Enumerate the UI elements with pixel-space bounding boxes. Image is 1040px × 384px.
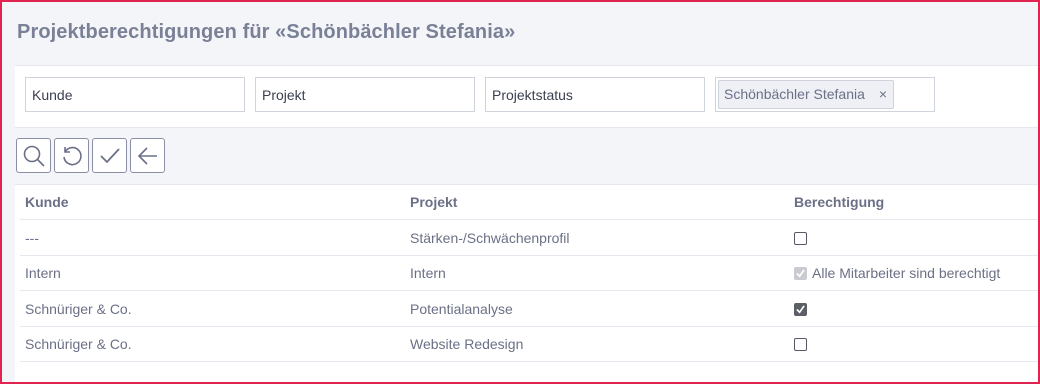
cell-kunde: Schnüriger & Co. xyxy=(25,301,132,317)
search-icon xyxy=(23,145,45,167)
kunde-filter-input[interactable] xyxy=(25,77,245,112)
page-title: Projektberechtigungen für «Schönbächler … xyxy=(17,21,516,43)
back-arrow-icon xyxy=(137,146,157,165)
filter-panel: Schönbächler Stefania × xyxy=(15,65,1040,128)
projektstatus-filter-input[interactable] xyxy=(485,77,705,112)
table-header: Kunde Projekt Berechtigung xyxy=(20,185,1040,220)
check-icon xyxy=(99,147,120,163)
permission-checkbox-disabled xyxy=(794,267,807,280)
apply-button[interactable] xyxy=(92,138,127,173)
table-row: --- Stärken-/Schwächenprofil xyxy=(20,221,1040,256)
permissions-table: Kunde Projekt Berechtigung --- Stärken-/… xyxy=(15,184,1040,382)
employee-tag-label: Schönbächler Stefania xyxy=(724,86,865,102)
employee-select[interactable]: Schönbächler Stefania × xyxy=(715,77,935,112)
table-row: Schnüriger & Co. Potentialanalyse xyxy=(20,292,1040,327)
permission-checkbox[interactable] xyxy=(794,338,807,351)
cell-projekt: Website Redesign xyxy=(410,336,524,352)
back-button[interactable] xyxy=(130,138,165,173)
employee-tag: Schönbächler Stefania × xyxy=(718,80,894,109)
permission-checkbox[interactable] xyxy=(794,232,807,245)
reset-button[interactable] xyxy=(54,138,89,173)
cell-kunde: Intern xyxy=(25,265,61,281)
permission-checkbox[interactable] xyxy=(794,303,807,316)
cell-kunde: Schnüriger & Co. xyxy=(25,336,132,352)
reset-icon xyxy=(62,146,82,165)
column-header-kunde: Kunde xyxy=(25,194,69,210)
cell-projekt: Potentialanalyse xyxy=(410,301,513,317)
search-button[interactable] xyxy=(16,138,51,173)
column-header-projekt: Projekt xyxy=(410,194,458,210)
tag-remove-button[interactable]: × xyxy=(879,81,887,108)
cell-projekt: Stärken-/Schwächenprofil xyxy=(410,230,570,246)
table-row: Schnüriger & Co. Website Redesign xyxy=(20,327,1040,362)
projekt-filter-input[interactable] xyxy=(255,77,475,112)
cell-kunde: --- xyxy=(25,230,39,246)
table-row: Intern Intern Alle Mitarbeiter sind bere… xyxy=(20,256,1040,291)
permission-note: Alle Mitarbeiter sind berechtigt xyxy=(812,265,1001,281)
column-header-berechtigung: Berechtigung xyxy=(794,194,885,210)
cell-projekt: Intern xyxy=(410,265,446,281)
